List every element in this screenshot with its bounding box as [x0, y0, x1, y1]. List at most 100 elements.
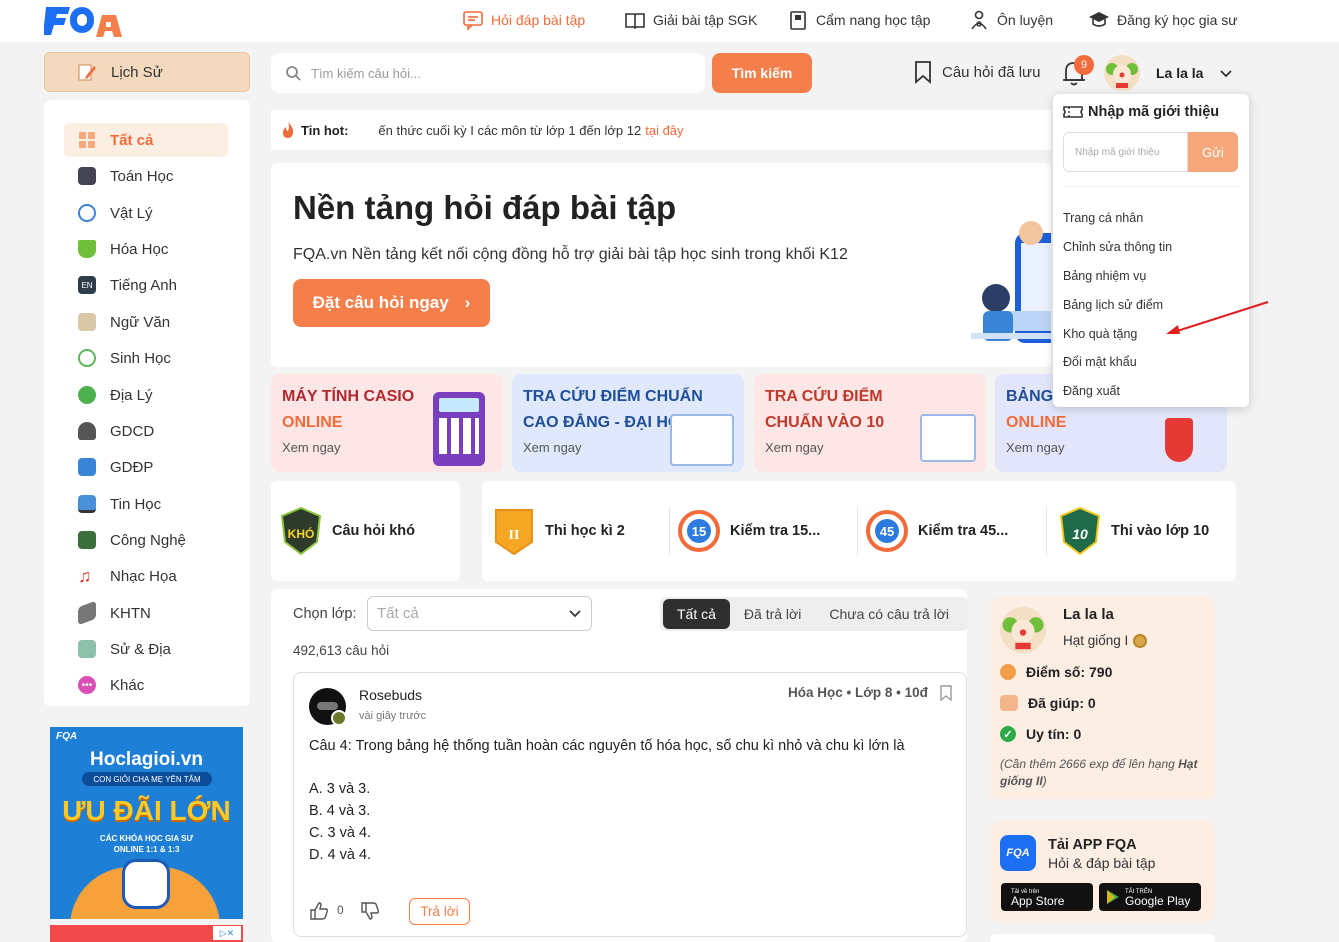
saved-questions-link[interactable]: Câu hỏi đã lưu	[912, 60, 1040, 84]
sidebar-item-gddp[interactable]: GDĐP	[64, 450, 228, 484]
notification-badge: 9	[1074, 55, 1094, 75]
grade-select-value: Tất cả	[377, 605, 419, 622]
fqa-logo[interactable]	[43, 3, 124, 39]
tab-unanswered[interactable]: Chưa có câu trả lời	[815, 599, 963, 629]
divider	[1063, 186, 1239, 187]
card-university-score[interactable]: TRA CỨU ĐIỂM CHUẨN CAO ĐẲNG - ĐẠI HỌC Xem…	[512, 374, 744, 472]
card-grade10-score[interactable]: TRA CỨU ĐIỂM CHUẨN VÀO 10 Xem ngay	[754, 374, 986, 472]
calculator-icon	[78, 167, 96, 185]
hard-questions-box[interactable]: KHÓ Câu hỏi khó	[271, 481, 460, 581]
nav-handbook[interactable]: Cẩm nang học tập	[787, 0, 930, 40]
sidebar-item-chemistry[interactable]: Hóa Học	[64, 232, 228, 266]
option: A. 3 và 3.	[309, 781, 371, 797]
rank-badge-icon	[331, 710, 347, 726]
nav-practice[interactable]: Ôn luyện	[968, 0, 1053, 40]
answer-filter-tabs: Tất cả Đã trả lời Chưa có câu trả lời	[660, 597, 968, 631]
profile-trust: ✓ Uy tín: 0	[1000, 726, 1081, 742]
svg-text:15: 15	[692, 524, 706, 539]
tab-all[interactable]: Tất cả	[663, 599, 730, 629]
sidebar-item-gdcd[interactable]: GDCD	[64, 414, 228, 448]
question-card[interactable]: Rosebuds vài giây trước Hóa Học • Lớp 8 …	[293, 672, 967, 937]
sidebar-item-other[interactable]: ••• Khác	[64, 668, 228, 702]
thumbs-down-icon[interactable]	[360, 901, 380, 921]
hero-banner: Nền tảng hỏi đáp bài tập FQA.vn Nền tảng…	[271, 163, 1051, 367]
sidebar-item-label: Hóa Học	[110, 240, 169, 258]
sidebar-item-label: Vật Lý	[110, 204, 153, 222]
sidebar-item-label: KHTN	[110, 604, 151, 622]
practice-icon	[971, 10, 987, 30]
username[interactable]: La la la	[1156, 65, 1203, 81]
referral-code-input[interactable]: Nhập mã giới thiệu	[1063, 132, 1188, 172]
exam-label: Thi vào lớp 10	[1111, 523, 1210, 539]
english-icon: EN	[78, 276, 96, 294]
sidebar-item-label: Ngữ Văn	[110, 313, 171, 331]
next-card	[990, 934, 1215, 942]
avatar[interactable]	[1104, 55, 1140, 91]
reply-button[interactable]: Trả lời	[409, 898, 470, 925]
nav-tutor[interactable]: Đăng ký học gia sư	[1088, 0, 1238, 40]
menu-profile[interactable]: Trang cá nhân	[1063, 211, 1143, 225]
exam-hard-questions[interactable]: KHÓ Câu hỏi khó	[280, 481, 415, 581]
ad-sub: CÁC KHÓA HỌC GIA SƯ ONLINE 1:1 & 1:3	[99, 834, 194, 854]
profile-name[interactable]: La la la	[1063, 606, 1114, 623]
option: C. 3 và 4.	[309, 825, 372, 841]
exam-label: Câu hỏi khó	[332, 523, 415, 539]
exam-grade10[interactable]: 10 Thi vào lớp 10	[1059, 481, 1209, 581]
sidebar-item-geography[interactable]: Địa Lý	[64, 378, 228, 412]
menu-logout[interactable]: Đăng xuất	[1063, 384, 1120, 398]
divider	[1046, 507, 1047, 555]
telescope-icon	[78, 600, 96, 626]
sidebar-item-english[interactable]: EN Tiếng Anh	[64, 268, 228, 302]
app-store-button[interactable]: Tải về trên App Store	[1001, 883, 1093, 911]
adchoices-icon[interactable]: ▷✕	[213, 926, 241, 940]
sidebar-item-math[interactable]: Toán Học	[64, 159, 228, 193]
subject-selector-label: Lịch Sử	[111, 63, 163, 81]
thumbs-up-icon[interactable]	[309, 901, 329, 921]
search-button[interactable]: Tìm kiếm	[712, 53, 812, 93]
sidebar-item-technology[interactable]: Công Nghệ	[64, 523, 228, 557]
book-icon	[625, 13, 645, 30]
sidebar-item-physics[interactable]: Vật Lý	[64, 196, 228, 230]
sidebar-item-informatics[interactable]: Tin Học	[64, 487, 228, 521]
search-input[interactable]: Tìm kiếm câu hỏi...	[271, 53, 705, 93]
tutoring-ad-banner[interactable]: FQA Hoclagioi.vn CON GIỎI CHA MẸ YÊN TÂM…	[50, 727, 243, 919]
tab-answered[interactable]: Đã trả lời	[730, 599, 815, 629]
sidebar-item-history-geo[interactable]: Sử & Địa	[64, 632, 228, 666]
exam-semester2[interactable]: II Thi học kì 2	[493, 481, 625, 581]
menu-gift-store[interactable]: Kho quà tặng	[1063, 327, 1137, 341]
hot-link[interactable]: tại đây	[645, 123, 683, 138]
exam-15min[interactable]: 15 Kiểm tra 15...	[678, 481, 820, 581]
sidebar-item-all[interactable]: Tất cả	[64, 123, 228, 157]
question-author[interactable]: Rosebuds	[359, 687, 422, 703]
ad-site: Hoclagioi.vn	[90, 749, 203, 770]
sidebar-item-music[interactable]: ♫ Nhạc Họa	[64, 559, 228, 593]
profile-helped: Đã giúp: 0	[1000, 695, 1096, 711]
card-more-link: Xem ngay	[1006, 440, 1065, 455]
sidebar-item-label: Nhạc Họa	[110, 567, 177, 585]
ask-question-button[interactable]: Đặt câu hỏi ngay ›	[293, 279, 490, 327]
sidebar-item-literature[interactable]: Ngữ Văn	[64, 305, 228, 339]
chevron-down-icon[interactable]	[1219, 69, 1233, 79]
menu-change-password[interactable]: Đổi mật khẩu	[1063, 355, 1137, 369]
ad-banner-2[interactable]: ▷✕	[50, 925, 243, 942]
menu-tasks[interactable]: Bảng nhiệm vụ	[1063, 269, 1146, 283]
svg-text:II: II	[509, 528, 520, 543]
svg-text:KHÓ: KHÓ	[288, 526, 315, 541]
profile-avatar[interactable]	[1000, 607, 1046, 653]
google-play-button[interactable]: TẢI TRÊN Google Play	[1099, 883, 1201, 911]
grade-select[interactable]: Tất cả	[367, 596, 592, 631]
nav-qa[interactable]: Hỏi đáp bài tập	[462, 0, 585, 40]
exam-45min[interactable]: 45 Kiểm tra 45...	[866, 481, 1008, 581]
nav-textbook[interactable]: Giải bài tập SGK	[624, 0, 757, 40]
menu-point-history[interactable]: Bảng lịch sử điểm	[1063, 298, 1163, 312]
divider	[857, 507, 858, 555]
menu-edit-info[interactable]: Chỉnh sửa thông tin	[1063, 240, 1172, 254]
handbook-icon	[790, 11, 806, 30]
sidebar-item-biology[interactable]: Sinh Học	[64, 341, 228, 375]
referral-send-button[interactable]: Gửi	[1188, 132, 1238, 172]
bookmark-icon[interactable]	[940, 685, 952, 701]
card-casio[interactable]: MÁY TÍNH CASIO ONLINE Xem ngay	[271, 374, 503, 472]
subject-sidebar: Tất cả Toán Học Vật Lý Hóa Học EN Tiếng A…	[44, 100, 250, 706]
sidebar-item-science[interactable]: KHTN	[64, 596, 228, 630]
subject-selector[interactable]: Lịch Sử	[44, 52, 250, 92]
